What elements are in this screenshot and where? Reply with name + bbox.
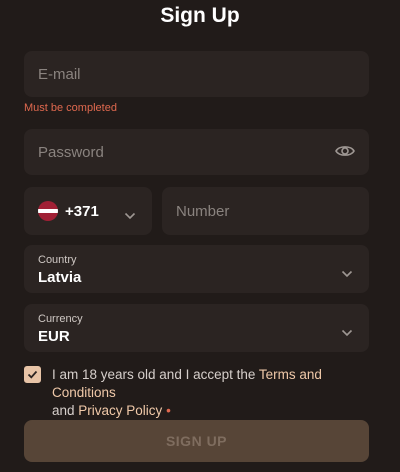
agreement-and: and	[52, 403, 79, 418]
privacy-policy-link[interactable]: Privacy Policy	[78, 403, 162, 418]
age-terms-checkbox[interactable]	[24, 366, 41, 383]
password-field[interactable]: Password	[24, 129, 369, 175]
agreement-text-start: I am 18 years old and I accept the	[52, 367, 259, 382]
email-field[interactable]: E-mail	[24, 51, 369, 97]
checkmark-icon	[27, 370, 38, 379]
password-placeholder: Password	[38, 144, 104, 161]
latvia-flag-icon	[38, 201, 58, 221]
chevron-down-icon	[341, 265, 353, 278]
chevron-down-icon	[341, 324, 353, 337]
chevron-down-icon	[124, 207, 136, 220]
country-code-select[interactable]: +371	[24, 187, 152, 235]
dial-code: +371	[65, 203, 99, 220]
email-placeholder: E-mail	[38, 66, 81, 83]
currency-label: Currency	[38, 313, 83, 325]
phone-number-input[interactable]: Number	[162, 187, 369, 235]
currency-select[interactable]: Currency EUR	[24, 304, 369, 352]
agreement-text: I am 18 years old and I accept the Terms…	[52, 366, 372, 420]
page-title: Sign Up	[160, 4, 240, 27]
eye-icon[interactable]	[335, 143, 355, 159]
currency-value: EUR	[38, 328, 70, 345]
country-label: Country	[38, 254, 77, 266]
email-error-message: Must be completed	[24, 102, 117, 114]
sign-up-button[interactable]: SIGN UP	[24, 420, 369, 462]
phone-number-placeholder: Number	[176, 203, 230, 220]
country-value: Latvia	[38, 269, 82, 286]
country-select[interactable]: Country Latvia	[24, 245, 369, 293]
required-mark: •	[166, 403, 171, 418]
